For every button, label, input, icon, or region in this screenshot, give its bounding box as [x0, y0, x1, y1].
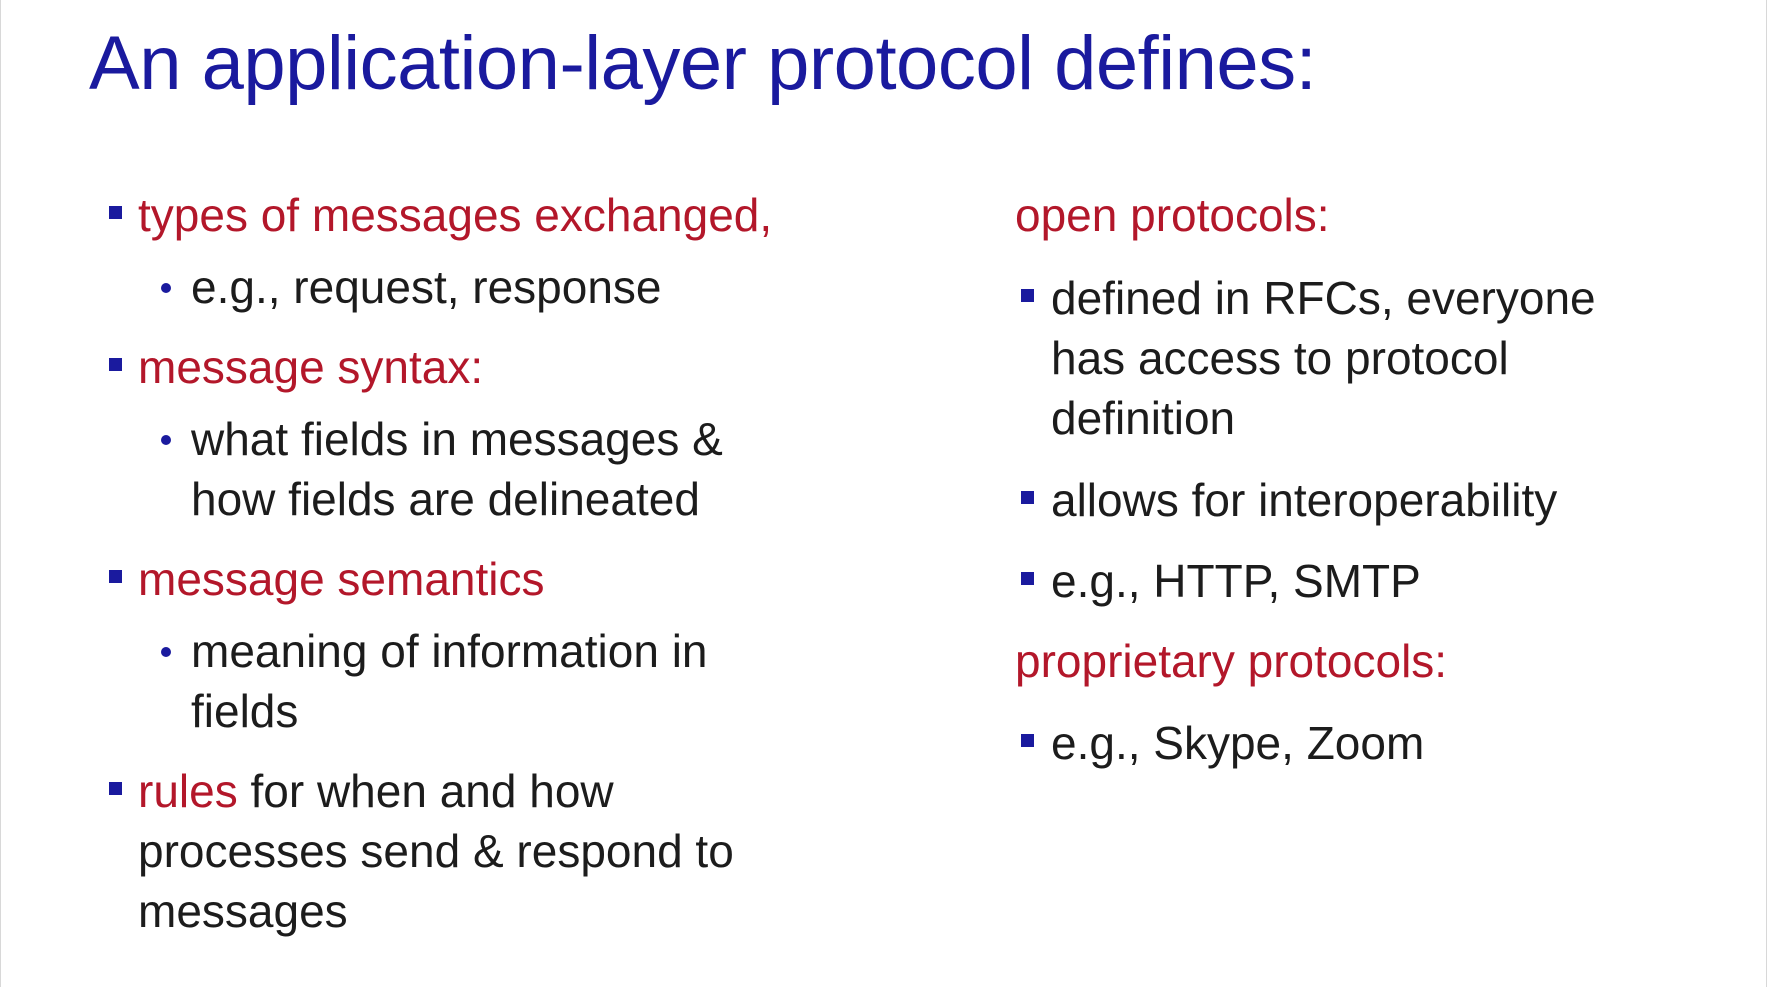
round-bullet-icon: [161, 283, 171, 293]
open-protocols-heading: open protocols:: [1015, 189, 1330, 241]
proprietary-protocols-heading: proprietary protocols:: [1015, 635, 1448, 687]
open-bullet-rfcs-line1: defined in RFCs, everyone: [1051, 272, 1596, 324]
slide: An application-layer protocol defines: t…: [0, 0, 1767, 987]
bullet-message-syntax: message syntax:: [138, 341, 484, 393]
square-bullet-icon: [109, 570, 122, 583]
square-bullet-icon: [109, 782, 122, 795]
sub-bullet-fields-line1: what fields in messages &: [191, 413, 723, 465]
bullet-rules-line1: rules for when and how: [138, 761, 614, 821]
sub-bullet-request-response: e.g., request, response: [191, 261, 662, 313]
sub-bullet-meaning-line1: meaning of information in: [191, 625, 708, 677]
bullet-rules-line2: processes send & respond to: [138, 825, 734, 877]
bullet-rules-line3: messages: [138, 885, 348, 937]
square-bullet-icon: [109, 206, 122, 219]
sub-bullet-fields-line2: how fields are delineated: [191, 473, 700, 525]
square-bullet-icon: [1021, 572, 1034, 585]
proprietary-bullet-skype-zoom: e.g., Skype, Zoom: [1051, 717, 1425, 769]
slide-title: An application-layer protocol defines:: [89, 21, 1317, 106]
open-bullet-rfcs-line3: definition: [1051, 392, 1236, 444]
round-bullet-icon: [161, 435, 171, 445]
square-bullet-icon: [109, 358, 122, 371]
rules-line1-rest: for when and how: [237, 765, 614, 817]
open-bullet-interoperability: allows for interoperability: [1051, 474, 1558, 526]
open-bullet-rfcs-line2: has access to protocol: [1051, 332, 1509, 384]
rules-keyword: rules: [138, 765, 238, 817]
square-bullet-icon: [1021, 491, 1034, 504]
square-bullet-icon: [1021, 734, 1034, 747]
round-bullet-icon: [161, 647, 171, 657]
square-bullet-icon: [1021, 289, 1034, 302]
sub-bullet-meaning-line2: fields: [191, 685, 299, 737]
open-bullet-http-smtp: e.g., HTTP, SMTP: [1051, 555, 1421, 607]
bullet-types-of-messages: types of messages exchanged,: [138, 189, 773, 241]
bullet-message-semantics: message semantics: [138, 553, 545, 605]
